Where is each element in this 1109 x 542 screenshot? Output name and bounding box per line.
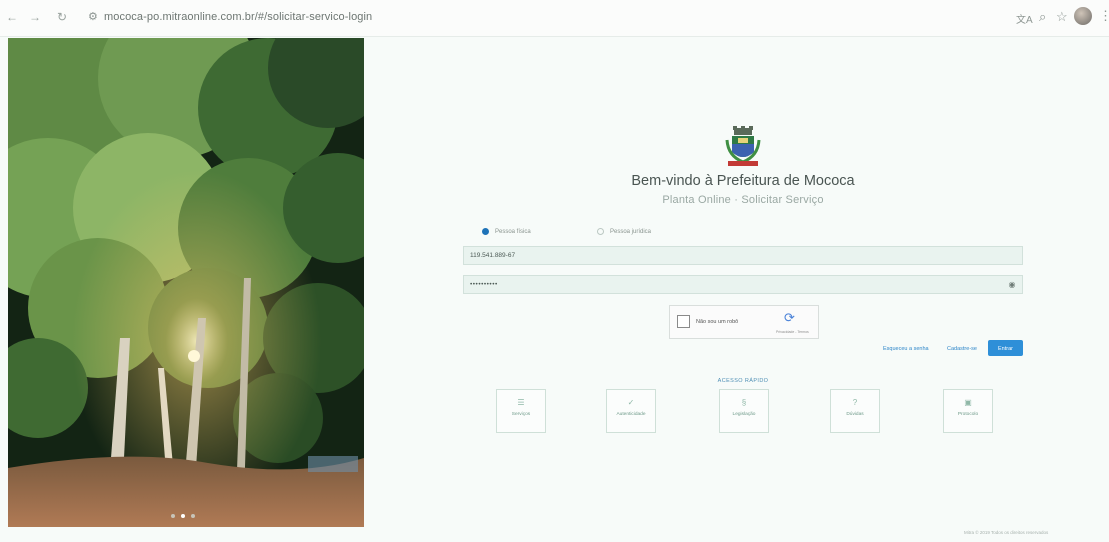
address-bar[interactable]: mococa-po.mitraonline.com.br/#/solicitar… — [104, 11, 372, 23]
footer-text: Mitra © 2019 Todos os direitos reservado… — [964, 530, 1049, 535]
recaptcha-label: Não sou um robô — [696, 319, 739, 325]
site-info-icon[interactable]: ⚙ — [88, 10, 98, 23]
quick-access-faq[interactable]: ? Dúvidas — [830, 389, 880, 433]
quick-access-services[interactable]: ☰ Serviços — [496, 389, 546, 433]
page-title: Bem-vindo à Prefeitura de Mococa — [631, 173, 855, 189]
translate-icon[interactable]: 文A — [1016, 11, 1033, 26]
quick-access-legislation[interactable]: § Legislação — [719, 389, 769, 433]
radio-label: Pessoa jurídica — [610, 228, 652, 235]
menu-icon[interactable]: ⋮ — [1099, 8, 1109, 24]
radio-pessoa-juridica[interactable]: Pessoa jurídica — [597, 228, 651, 235]
carousel-dot[interactable] — [191, 514, 195, 518]
tile-label: Dúvidas — [846, 412, 864, 417]
carousel-dot[interactable] — [171, 514, 175, 518]
services-icon: ☰ — [517, 398, 525, 407]
zoom-icon[interactable]: ⌕ — [1039, 9, 1046, 25]
tile-label: Autenticidade — [616, 412, 646, 417]
back-arrow-icon[interactable]: ← — [6, 10, 18, 24]
recaptcha-widget: Não sou um robô ⟳ Privacidade - Termos — [669, 305, 819, 339]
tile-label: Protocolo — [957, 412, 979, 417]
municipal-crest-logo — [724, 126, 762, 173]
protocol-icon: ▣ — [964, 398, 972, 407]
radio-pessoa-fisica[interactable]: Pessoa física — [482, 228, 531, 235]
tile-label: Legislação — [732, 412, 756, 417]
question-icon: ? — [852, 398, 858, 407]
browser-toolbar: ← → ↻ ⚙ mococa-po.mitraonline.com.br/#/s… — [0, 0, 1109, 37]
quick-access-title: ACESSO RÁPIDO — [717, 378, 769, 384]
quick-access-authenticity[interactable]: ✓ Autenticidade — [606, 389, 656, 433]
tile-label: Serviços — [511, 412, 531, 417]
reload-icon[interactable]: ↻ — [57, 10, 67, 24]
star-icon[interactable]: ☆ — [1056, 9, 1068, 25]
hero-photo — [8, 38, 364, 527]
submit-button[interactable]: Entrar — [988, 340, 1023, 356]
recaptcha-checkbox[interactable] — [677, 315, 690, 328]
carousel-dot[interactable] — [181, 514, 185, 518]
password-value: •••••••••• — [470, 281, 498, 288]
radio-unchecked-icon[interactable] — [597, 228, 604, 235]
radio-label: Pessoa física — [495, 228, 531, 235]
page-subtitle: Planta Online · Solicitar Serviço — [662, 194, 824, 206]
carousel-indicators[interactable] — [171, 514, 195, 518]
profile-avatar[interactable] — [1074, 7, 1092, 25]
register-link[interactable]: Cadastre-se — [947, 346, 977, 352]
password-input[interactable]: •••••••••• ◉ — [463, 275, 1023, 294]
legislation-icon: § — [741, 398, 747, 407]
recaptcha-privacy[interactable]: Privacidade - Termos — [776, 330, 809, 334]
eye-icon[interactable]: ◉ — [1009, 276, 1016, 293]
quick-access-protocol[interactable]: ▣ Protocolo — [943, 389, 993, 433]
authenticity-icon: ✓ — [627, 398, 635, 407]
forward-arrow-icon[interactable]: → — [29, 10, 41, 24]
radio-checked-icon[interactable] — [482, 228, 489, 235]
cpf-input[interactable]: 119.541.889-67 — [463, 246, 1023, 265]
forgot-password-link[interactable]: Esqueceu a senha — [883, 346, 929, 352]
recaptcha-logo-icon: ⟳ — [784, 310, 795, 325]
